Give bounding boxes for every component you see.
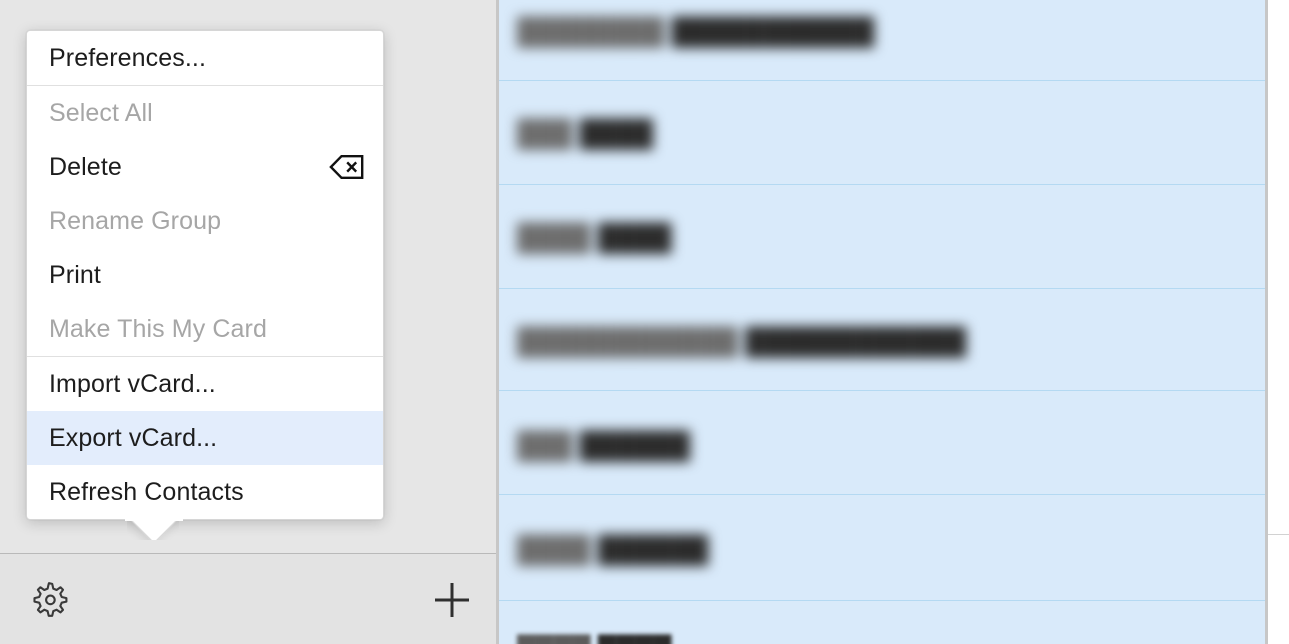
menu-item-label: Export vCard... <box>49 423 218 452</box>
contact-family-name: ██████ <box>579 430 691 460</box>
menu-item-label: Make This My Card <box>49 314 267 343</box>
contact-given-name: ████ <box>517 534 591 564</box>
popover-tail <box>127 518 179 540</box>
menu-item-label: Select All <box>49 98 153 127</box>
contact-row-separator <box>499 184 1265 185</box>
menu-group: Select All Delete Rename Group Print Make Th… <box>27 86 383 356</box>
menu-group: Preferences... <box>27 31 383 85</box>
menu-item-label: Preferences... <box>49 43 207 72</box>
menu-item-select-all: Select All <box>27 86 383 140</box>
menu-item-rename-group: Rename Group <box>27 194 383 248</box>
menu-item-delete[interactable]: Delete <box>27 140 383 194</box>
settings-popover-menu[interactable]: Preferences... Select All Delete Rename Gro… <box>26 30 384 521</box>
detail-panel-divider <box>1265 534 1289 535</box>
menu-item-label: Print <box>49 260 101 289</box>
sidebar-toolbar <box>0 554 496 644</box>
contact-given-name: ████████ <box>517 16 665 46</box>
contact-family-name: ████████████ <box>745 326 967 356</box>
contact-given-name: ████ <box>517 222 591 252</box>
settings-button[interactable] <box>26 577 72 623</box>
contact-row[interactable]: ████████████ ████████████ <box>517 326 966 356</box>
contact-row-separator <box>499 494 1265 495</box>
menu-item-import-vcard[interactable]: Import vCard... <box>27 357 383 411</box>
menu-item-print[interactable]: Print <box>27 248 383 302</box>
contacts-list[interactable]: ████████ ███████████ ███ ████ ████ ████ ███… <box>499 0 1265 644</box>
contact-given-name: ████ <box>517 634 591 644</box>
menu-item-refresh-contacts[interactable]: Refresh Contacts <box>27 465 383 519</box>
gear-icon <box>28 579 70 621</box>
sidebar-list-divider <box>496 0 499 644</box>
contact-row-separator <box>499 600 1265 601</box>
menu-item-export-vcard[interactable]: Export vCard... <box>27 411 383 465</box>
contact-family-name: ██████ <box>597 534 709 564</box>
menu-item-label: Delete <box>49 152 122 181</box>
menu-item-make-this-my-card: Make This My Card <box>27 302 383 356</box>
contact-family-name: ████ <box>597 222 672 252</box>
list-detail-divider <box>1265 0 1268 644</box>
contact-row[interactable]: ███ ██████ <box>517 430 690 460</box>
contact-row-separator <box>499 288 1265 289</box>
contact-given-name: ███ <box>517 430 573 460</box>
contact-family-name: ███████████ <box>671 16 875 46</box>
detail-panel <box>1265 0 1289 644</box>
delete-key-icon <box>329 154 365 180</box>
plus-icon <box>430 578 474 622</box>
contact-family-name: ████ <box>598 634 672 644</box>
menu-item-label: Import vCard... <box>49 369 216 398</box>
contact-row-separator <box>499 390 1265 391</box>
contact-row[interactable]: ████ ████ <box>517 222 672 252</box>
menu-item-preferences[interactable]: Preferences... <box>27 31 383 85</box>
contact-family-name: ████ <box>579 118 654 148</box>
contact-given-name: ███ <box>517 118 573 148</box>
contact-row[interactable]: ████ ██████ <box>517 534 708 564</box>
app-window: ████████ ███████████ ███ ████ ████ ████ ███… <box>0 0 1289 644</box>
popover-tail-cover <box>125 517 183 521</box>
contact-row[interactable]: ████████ ███████████ <box>517 16 874 46</box>
contact-row[interactable]: ████ ████ <box>517 634 672 644</box>
contact-given-name: ████████████ <box>517 326 739 356</box>
contact-row[interactable]: ███ ████ <box>517 118 653 148</box>
menu-item-label: Rename Group <box>49 206 222 235</box>
add-contact-button[interactable] <box>428 576 476 624</box>
contact-row-separator <box>499 80 1265 81</box>
menu-group: Import vCard... Export vCard... Refresh Co… <box>27 357 383 519</box>
menu-item-label: Refresh Contacts <box>49 477 244 506</box>
